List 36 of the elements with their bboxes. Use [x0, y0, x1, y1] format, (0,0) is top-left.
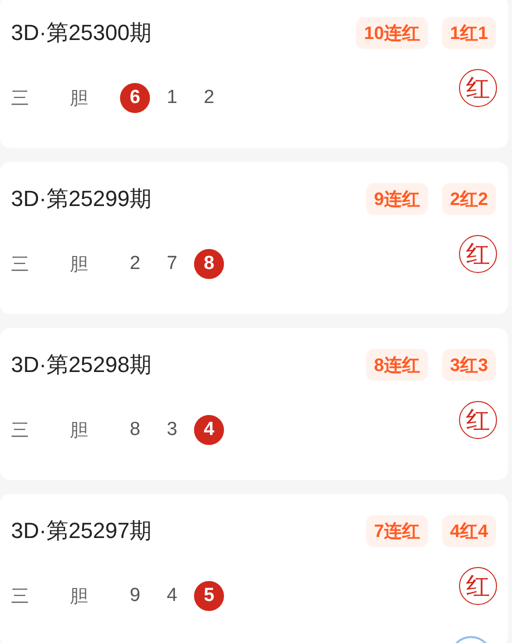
- type-label: 胆: [70, 87, 89, 110]
- result-stamp: 红: [459, 567, 497, 605]
- number-ball: 9: [128, 584, 142, 608]
- streak-badge: 4红4: [442, 515, 496, 547]
- number-ball: 4: [166, 584, 178, 608]
- number-ball: 5: [194, 581, 224, 611]
- streak-badge: 1红1: [442, 17, 496, 49]
- number-ball: 6: [120, 83, 150, 113]
- streak-badge: 9连红: [366, 183, 428, 215]
- streak-badge: 7连红: [366, 515, 428, 547]
- issue-title: 3D·第25298期: [11, 351, 153, 379]
- result-stamp: 红: [459, 235, 497, 273]
- number-ball: 7: [166, 252, 178, 276]
- issue-title: 3D·第25300期: [11, 19, 153, 47]
- streak-badge: 3红3: [442, 349, 496, 381]
- type-label: 胆: [70, 585, 89, 608]
- issue-title: 3D·第25299期: [11, 185, 153, 213]
- play-label: 三: [11, 419, 30, 442]
- play-label: 三: [11, 87, 30, 110]
- type-label: 胆: [70, 253, 89, 276]
- number-ball: 4: [194, 415, 224, 445]
- streak-badge: 8连红: [366, 349, 428, 381]
- result-stamp: 红: [459, 401, 497, 439]
- streak-badge: 2红2: [442, 183, 496, 215]
- streak-badge: 10连红: [356, 17, 428, 49]
- number-ball: 8: [194, 249, 224, 279]
- type-label: 胆: [70, 419, 89, 442]
- number-ball: 8: [128, 418, 142, 442]
- number-ball: 3: [166, 418, 178, 442]
- result-stamp: 红: [459, 69, 497, 107]
- issue-title: 3D·第25297期: [11, 517, 153, 545]
- play-label: 三: [11, 585, 30, 608]
- number-ball: 2: [202, 86, 216, 110]
- number-ball: 1: [166, 86, 178, 110]
- number-ball: 2: [128, 252, 142, 276]
- play-label: 三: [11, 253, 30, 276]
